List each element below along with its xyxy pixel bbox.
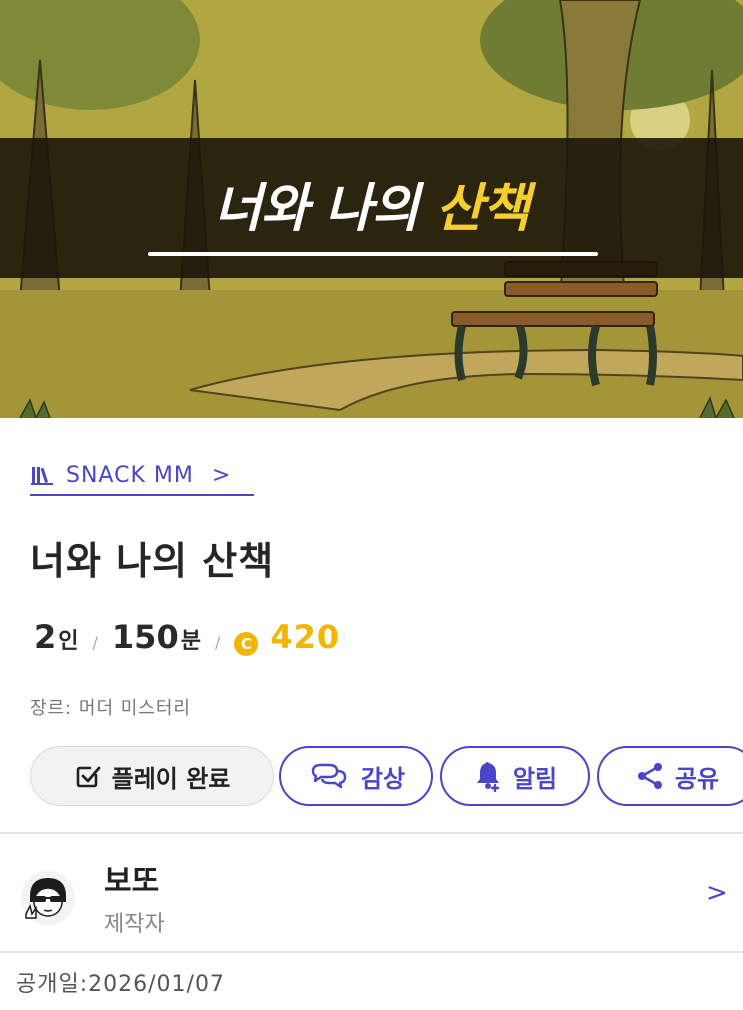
- banner-title: 너와 나의 산책: [0, 166, 743, 241]
- speech-bubbles-icon: [311, 763, 347, 789]
- release-date: 공개일:2026/01/07: [16, 972, 225, 997]
- coin-icon: C: [234, 632, 259, 656]
- alarm-label: 알림: [512, 764, 558, 793]
- price: 420: [270, 618, 341, 656]
- play-complete-button[interactable]: 플레이 완료: [30, 746, 274, 806]
- review-label: 감상: [360, 764, 406, 793]
- banner-underline: [148, 252, 598, 256]
- duration-value: 150: [111, 618, 179, 656]
- game-title: 너와 나의 산책: [30, 539, 275, 583]
- divider: [0, 951, 743, 953]
- separator: /: [92, 633, 98, 652]
- game-meta: 2 인 / 150 분 / C 420: [34, 618, 340, 656]
- review-button[interactable]: 감상: [279, 746, 433, 806]
- brand-link[interactable]: SNACK MM >: [30, 456, 254, 496]
- books-icon: [31, 467, 53, 485]
- banner-title-highlight: 산책: [435, 179, 530, 239]
- genre-text: 장르: 머더 미스터리: [30, 698, 191, 719]
- creator-row[interactable]: 보또 제작자 >: [0, 836, 743, 950]
- avatar: [21, 871, 75, 925]
- players-count: 2: [34, 618, 57, 656]
- players-unit: 인: [58, 629, 79, 654]
- divider: [0, 832, 743, 834]
- play-complete-label: 플레이 완료: [111, 764, 231, 793]
- banner-title-main: 너와 나의: [213, 179, 436, 239]
- separator: /: [214, 633, 221, 652]
- duration-unit: 분: [180, 629, 201, 654]
- creator-name: 보또: [104, 864, 160, 899]
- share-button[interactable]: 공유: [597, 746, 743, 806]
- chevron-right-icon: >: [706, 878, 728, 908]
- share-icon: [637, 763, 662, 789]
- brand-label: SNACK MM: [66, 462, 194, 488]
- check-box-icon: [76, 766, 101, 788]
- share-label: 공유: [674, 764, 720, 793]
- chevron-right-icon: >: [211, 462, 232, 488]
- bell-plus-icon: [476, 762, 500, 792]
- alarm-button[interactable]: 알림: [440, 746, 590, 806]
- creator-role: 제작자: [104, 912, 165, 937]
- banner-image: 너와 나의 산책: [0, 0, 743, 418]
